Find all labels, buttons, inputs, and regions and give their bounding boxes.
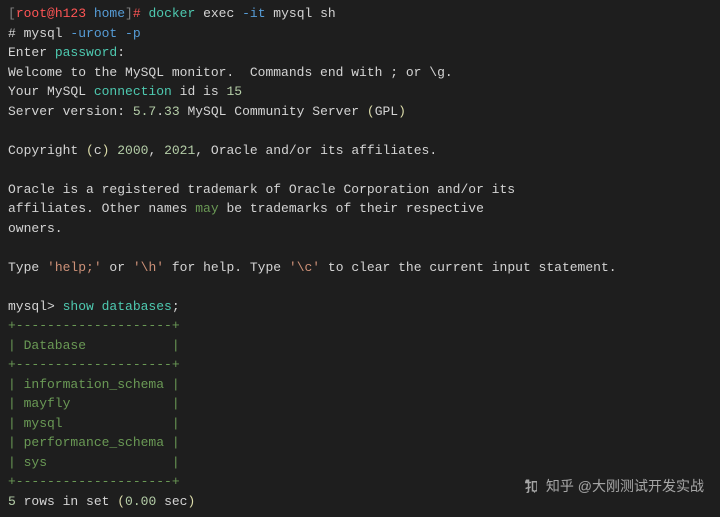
table-border-mid: +--------------------+ bbox=[8, 355, 712, 375]
connection-id-line: Your MySQL connection id is 15 bbox=[8, 82, 712, 102]
table-header: | Database | bbox=[8, 336, 712, 356]
trademark-line-1: Oracle is a registered trademark of Orac… bbox=[8, 180, 712, 200]
welcome-line: Welcome to the MySQL monitor. Commands e… bbox=[8, 63, 712, 83]
table-row: | performance_schema | bbox=[8, 433, 712, 453]
shell-prompt-line: [root@h123 home]# docker exec -it mysql … bbox=[8, 4, 712, 24]
mysql-login-line: # mysql -uroot -p bbox=[8, 24, 712, 44]
trademark-line-3: owners. bbox=[8, 219, 712, 239]
watermark-text: 知乎 @大刚测试开发实战 bbox=[546, 476, 704, 497]
zhihu-icon bbox=[522, 478, 540, 496]
copyright-line: Copyright (c) 2000, 2021, Oracle and/or … bbox=[8, 141, 712, 161]
table-row: | information_schema | bbox=[8, 375, 712, 395]
enter-password-line: Enter password: bbox=[8, 43, 712, 63]
table-row: | mysql | bbox=[8, 414, 712, 434]
watermark: 知乎 @大刚测试开发实战 bbox=[522, 476, 704, 497]
trademark-line-2: affiliates. Other names may be trademark… bbox=[8, 199, 712, 219]
table-row: | sys | bbox=[8, 453, 712, 473]
server-version-line: Server version: 5.7.33 MySQL Community S… bbox=[8, 102, 712, 122]
mysql-prompt-line[interactable]: mysql> show databases; bbox=[8, 297, 712, 317]
table-row: | mayfly | bbox=[8, 394, 712, 414]
table-border-top: +--------------------+ bbox=[8, 316, 712, 336]
help-line: Type 'help;' or '\h' for help. Type '\c'… bbox=[8, 258, 712, 278]
